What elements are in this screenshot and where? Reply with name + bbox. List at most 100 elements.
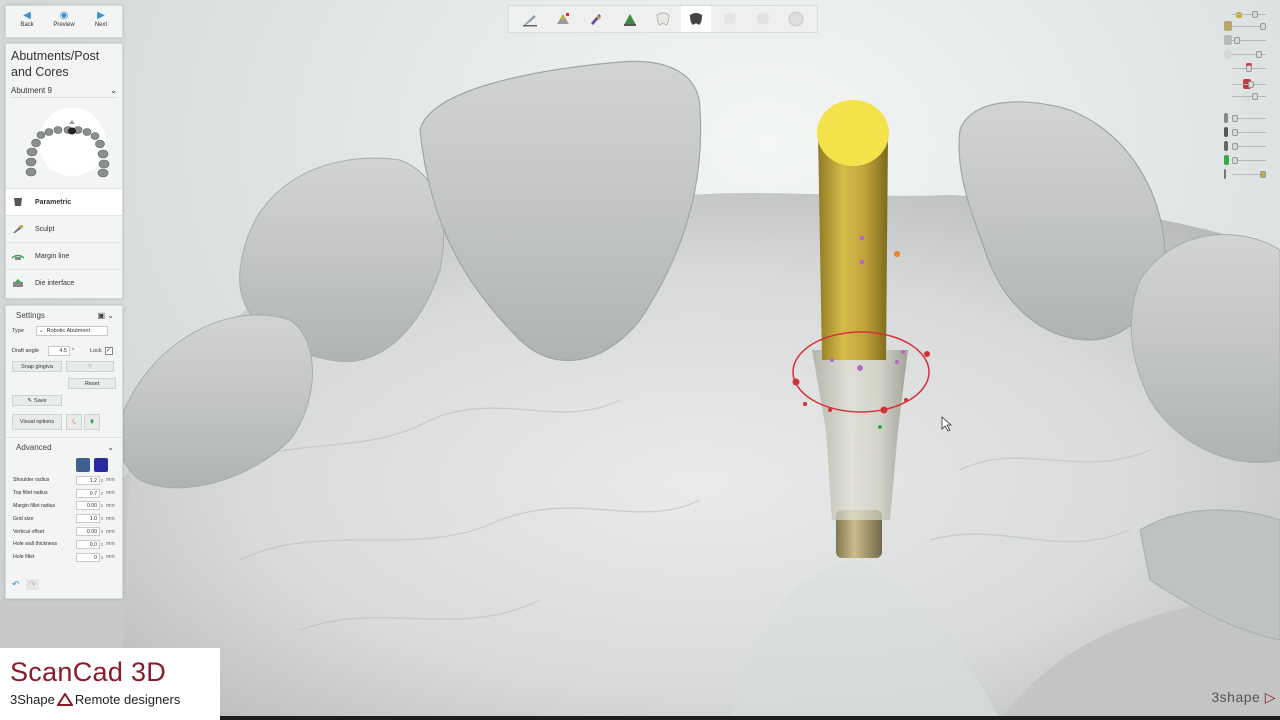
slider-track [1232, 14, 1266, 15]
slider-thumb[interactable] [1252, 11, 1258, 18]
field-label: Shoulder radius [13, 477, 50, 484]
toolbar-button-4[interactable] [615, 6, 645, 32]
spinner-icon[interactable]: ⇕ [100, 491, 104, 496]
type-select[interactable]: ⌄ Robotic Abutment [36, 325, 108, 336]
brand-tagline: 3Shape Remote designers [10, 692, 220, 707]
slider-6b[interactable] [1226, 91, 1268, 102]
redo-icon[interactable]: ↷ [25, 578, 40, 590]
field-label: Hole fillet [13, 554, 35, 561]
pencil-brush-icon: ⤹ [72, 418, 76, 425]
snap-gingiva-button[interactable]: Snap gingiva [12, 361, 62, 372]
slider-4[interactable] [1224, 49, 1268, 60]
spinner-icon[interactable]: ⇕ [100, 478, 104, 483]
tool-die-interface[interactable]: Die interface [6, 269, 122, 296]
reset-button[interactable]: Reset [68, 378, 116, 389]
back-label: Back [20, 22, 34, 28]
toolbar-button-7[interactable] [715, 6, 745, 32]
toolbar-button-9[interactable] [781, 6, 811, 32]
lock-label: Lock [90, 347, 102, 354]
slider-10[interactable] [1224, 155, 1268, 166]
tool-sculpt[interactable]: Sculpt [6, 215, 122, 242]
slider-8[interactable] [1224, 127, 1268, 138]
top-fillet-radius-input[interactable]: 0.7 [76, 488, 100, 498]
slider-thumb[interactable] [1248, 81, 1254, 88]
tooth-ghost2-icon [756, 13, 769, 25]
next-label: Next [94, 22, 108, 28]
toolbar-button-3[interactable] [581, 6, 611, 32]
toolbar-button-2[interactable] [548, 6, 578, 32]
slider-thumb[interactable] [1246, 65, 1252, 72]
visual-options-label: Visual options [19, 419, 55, 425]
tooth-arch-selector[interactable] [6, 100, 122, 188]
slider-thumb[interactable] [1252, 93, 1258, 100]
vertical-offset-input[interactable]: 0.00 [76, 527, 100, 537]
shoulder-radius-input[interactable]: 1.2 [76, 475, 100, 485]
bottom-bar [220, 716, 1280, 720]
hole-fillet-input[interactable]: 0 [76, 552, 100, 562]
slider-thumb[interactable] [1232, 129, 1238, 136]
visual-options-label-box: Visual options [12, 414, 62, 430]
toolbar-button-8[interactable] [748, 6, 778, 32]
toolbar-button-1[interactable] [515, 6, 545, 32]
3d-viewport[interactable] [0, 0, 1280, 720]
slider-9[interactable] [1224, 141, 1268, 152]
settings-header[interactable]: Settings ▣ ⌄ [6, 306, 122, 324]
slider-3[interactable] [1224, 35, 1268, 46]
draft-angle-value: 4.5 [59, 347, 67, 354]
slider-thumb[interactable] [1232, 143, 1238, 150]
spinner-icon[interactable]: ⇕ [100, 555, 104, 560]
back-button[interactable]: ◀ Back [12, 10, 42, 33]
implant-view-icon[interactable] [76, 458, 90, 472]
spinner-icon[interactable]: ⇕ [100, 516, 104, 521]
slider-11[interactable] [1224, 169, 1268, 180]
draft-angle-input[interactable]: 4.5 [48, 345, 70, 356]
slider-1[interactable] [1226, 10, 1268, 20]
gingiva-visibility-icon [1224, 49, 1232, 59]
3shape-triangle-icon [56, 693, 73, 706]
grid-size-input[interactable]: 1.0 [76, 514, 100, 524]
advanced-header[interactable]: Advanced ⌄ [6, 437, 122, 456]
slider-thumb[interactable] [1232, 115, 1238, 122]
slider-thumb[interactable] [1260, 23, 1266, 30]
implant-tools-icon [556, 13, 569, 24]
toolbar-button-6[interactable] [681, 6, 712, 32]
screw-view-icon[interactable] [94, 458, 108, 472]
slider-thumb[interactable] [1234, 37, 1240, 44]
field-unit: mm [106, 554, 115, 561]
hole-wall-thickness-input[interactable]: 0.0 [76, 539, 100, 549]
spinner-icon[interactable]: ⇕ [100, 529, 104, 534]
slider-thumb[interactable] [1260, 171, 1266, 178]
3shape-logo: 3shape ▷ [1211, 689, 1276, 706]
die-interface-icon [13, 279, 23, 287]
tool-sculpt-label: Sculpt [35, 225, 55, 233]
visual-option-1-button[interactable]: ⤹ [66, 414, 82, 430]
abutment-selector[interactable]: Abutment 9 ⌄ [11, 86, 117, 98]
slider-2[interactable] [1224, 21, 1268, 32]
field-unit: mm [106, 477, 115, 484]
toolbar-button-5[interactable] [648, 6, 678, 32]
save-icon: ✎ [27, 397, 33, 404]
save-button[interactable]: ✎ Save [12, 395, 62, 406]
slider-thumb[interactable] [1256, 51, 1262, 58]
tool-parametric[interactable]: Parametric [6, 188, 122, 215]
margin-fillet-radius-input[interactable]: 0.00 [76, 501, 100, 511]
snap-extra-button[interactable]: ⚲ [66, 361, 114, 372]
slider-7[interactable] [1224, 113, 1268, 124]
preview-toggle-icon[interactable]: ▣ [98, 311, 106, 320]
lock-checkbox[interactable]: ✓ [104, 346, 113, 355]
tool-margin-line[interactable]: Margin line [6, 242, 122, 269]
preview-button[interactable]: ◉ Preview [49, 10, 79, 33]
tooth-ghost-icon [723, 13, 736, 25]
type-row: Type ⌄ Robotic Abutment [6, 324, 122, 337]
slider-6[interactable] [1226, 79, 1268, 90]
spinner-icon[interactable]: ⇕ [100, 503, 104, 508]
eye-icon: ◉ [59, 10, 69, 21]
chevron-down-icon[interactable]: ⌄ [107, 311, 114, 320]
slider-thumb[interactable] [1232, 157, 1238, 164]
visual-option-2-button[interactable]: ⬮ [84, 414, 100, 430]
undo-icon[interactable]: ↶ [12, 579, 20, 590]
next-button[interactable]: ▶ Next [86, 10, 116, 33]
spinner-icon[interactable]: ⇕ [100, 542, 104, 547]
field-label: Margin fillet radius [13, 502, 56, 509]
slider-5[interactable] [1226, 63, 1268, 74]
